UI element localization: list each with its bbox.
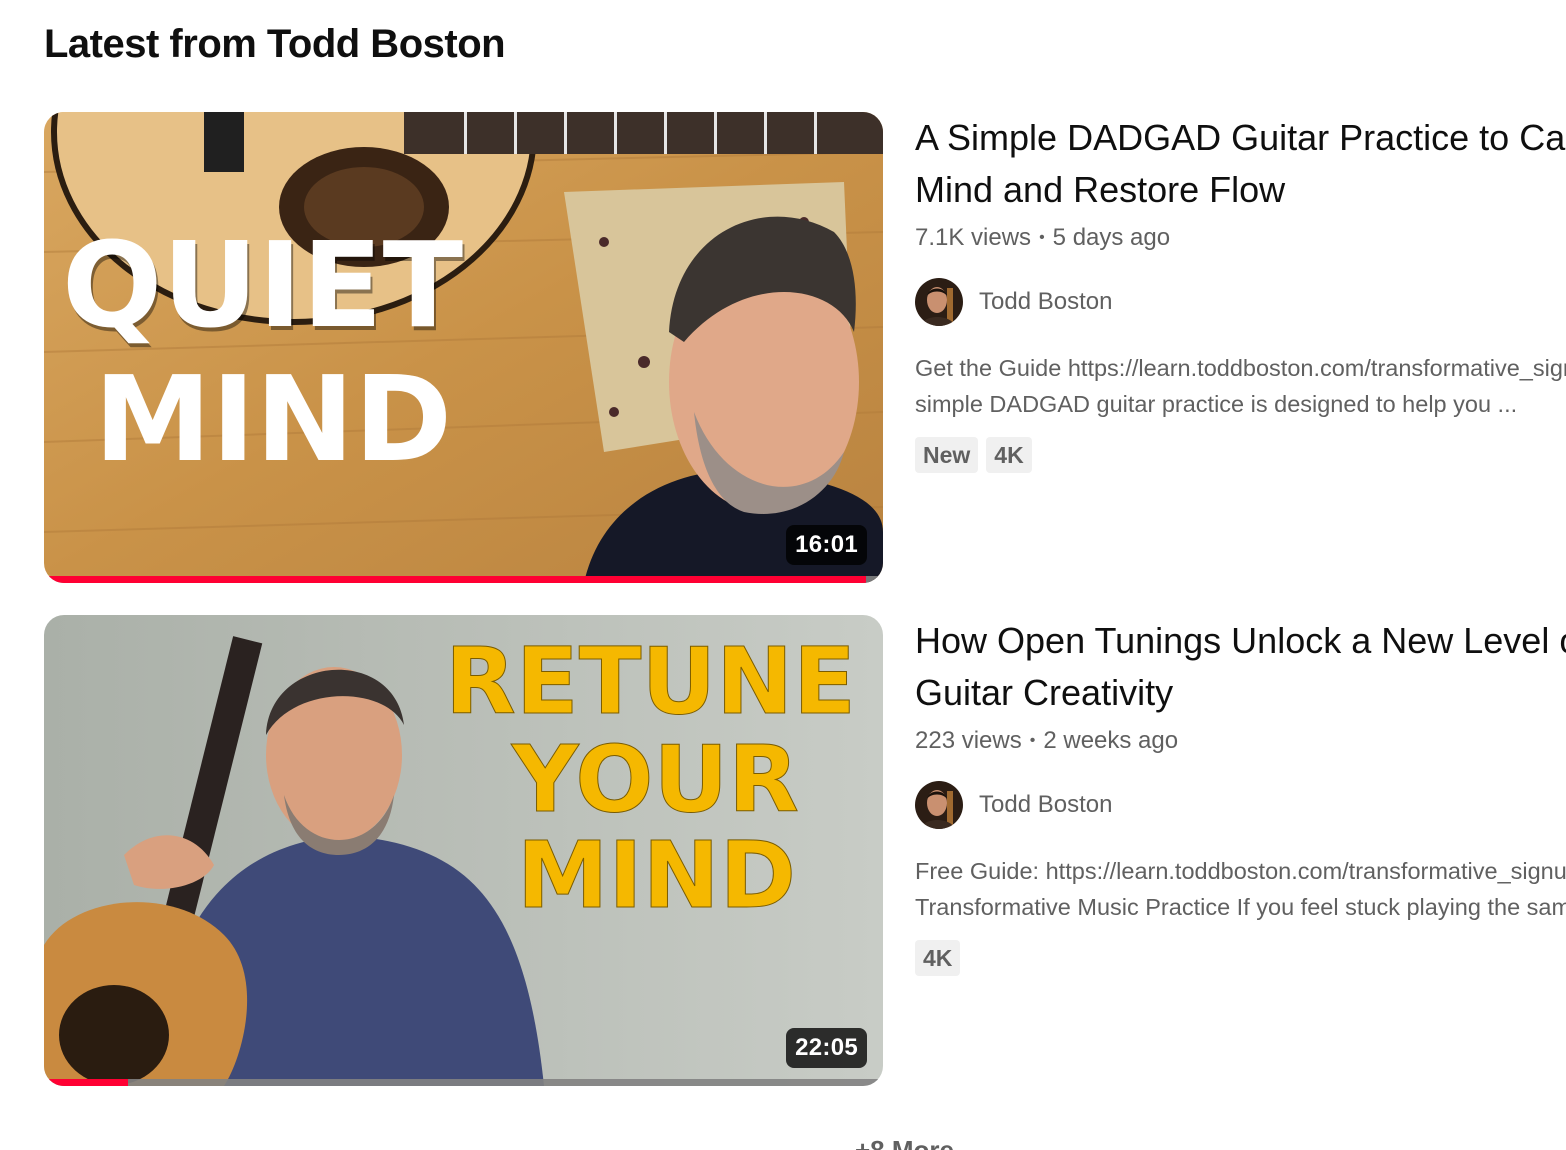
video-title-line1: A Simple DADGAD Guitar Practice to Calm … [915, 117, 1566, 158]
separator-dot: • [1039, 229, 1045, 246]
video-metadata: 223 views • 2 weeks ago [915, 725, 1566, 757]
upload-age: 5 days ago [1052, 224, 1171, 251]
video-title-line1: How Open Tunings Unlock a New Level of [915, 620, 1566, 661]
description-line1: Free Guide: https://learn.toddboston.com… [915, 858, 1566, 884]
video-item: QUIET QUIET MIND 16:01 A Simple DADGAD G… [44, 112, 1566, 584]
video-info: How Open Tunings Unlock a New Level of Gu… [915, 615, 1566, 976]
video-title[interactable]: A Simple DADGAD Guitar Practice to Calm … [915, 112, 1566, 216]
video-thumbnail[interactable]: QUIET QUIET MIND 16:01 [44, 112, 883, 583]
video-description: Get the Guide https://learn.toddboston.c… [915, 350, 1566, 422]
4k-badge: 4K [986, 437, 1032, 473]
video-metadata: 7.1K views • 5 days ago [915, 222, 1566, 254]
duration-badge: 16:01 [786, 525, 867, 565]
new-badge: New [915, 437, 979, 473]
4k-badge: 4K [915, 940, 961, 976]
badge-row: New 4K [915, 437, 1566, 473]
video-item: RETUNE YOUR MIND 22:05 How Open Tunings … [44, 615, 1566, 1087]
description-line2: simple DADGAD guitar practice is designe… [915, 391, 1518, 417]
watch-progress-bar [44, 576, 883, 583]
section-title: Latest from Todd Boston [44, 22, 506, 66]
thumbnail-text-line1: RETUNE [445, 628, 856, 735]
description-line1: Get the Guide https://learn.toddboston.c… [915, 355, 1566, 381]
view-count: 223 views [915, 727, 1022, 754]
video-title[interactable]: How Open Tunings Unlock a New Level of Gu… [915, 615, 1566, 719]
channel-link[interactable]: Todd Boston [915, 278, 1566, 326]
channel-section: Latest from Todd Boston QUIET QUIET MIND… [0, 0, 1566, 1150]
video-info: A Simple DADGAD Guitar Practice to Calm … [915, 112, 1566, 473]
thumbnail-text-line2: YOUR [511, 726, 799, 833]
video-title-line2: Guitar Creativity [915, 672, 1174, 713]
video-description: Free Guide: https://learn.toddboston.com… [915, 853, 1566, 925]
thumbnail-text-line3: MIND [517, 822, 796, 929]
badge-row: 4K [915, 940, 1566, 976]
duration-badge: 22:05 [786, 1028, 867, 1068]
view-count: 7.1K views [915, 224, 1032, 251]
channel-link[interactable]: Todd Boston [915, 781, 1566, 829]
watch-progress-fill [44, 1079, 128, 1086]
channel-name[interactable]: Todd Boston [979, 791, 1112, 819]
thumbnail-image: RETUNE YOUR MIND [44, 615, 883, 1086]
thumbnail-image: QUIET QUIET MIND [44, 112, 883, 583]
watch-progress-fill [44, 576, 867, 583]
video-title-line2: Mind and Restore Flow [915, 169, 1286, 210]
separator-dot: • [1029, 732, 1036, 749]
upload-age: 2 weeks ago [1043, 727, 1179, 754]
watch-progress-bar [44, 1079, 883, 1086]
show-more-button[interactable]: +8 More [855, 1135, 954, 1150]
channel-avatar[interactable] [915, 278, 963, 326]
channel-avatar[interactable] [915, 781, 963, 829]
thumbnail-text-line1: QUIET [62, 216, 463, 354]
video-thumbnail[interactable]: RETUNE YOUR MIND 22:05 [44, 615, 883, 1086]
channel-name[interactable]: Todd Boston [979, 288, 1112, 316]
description-line2: Transformative Music Practice If you fee… [915, 894, 1566, 920]
thumbnail-text-line2: MIND [94, 350, 452, 488]
